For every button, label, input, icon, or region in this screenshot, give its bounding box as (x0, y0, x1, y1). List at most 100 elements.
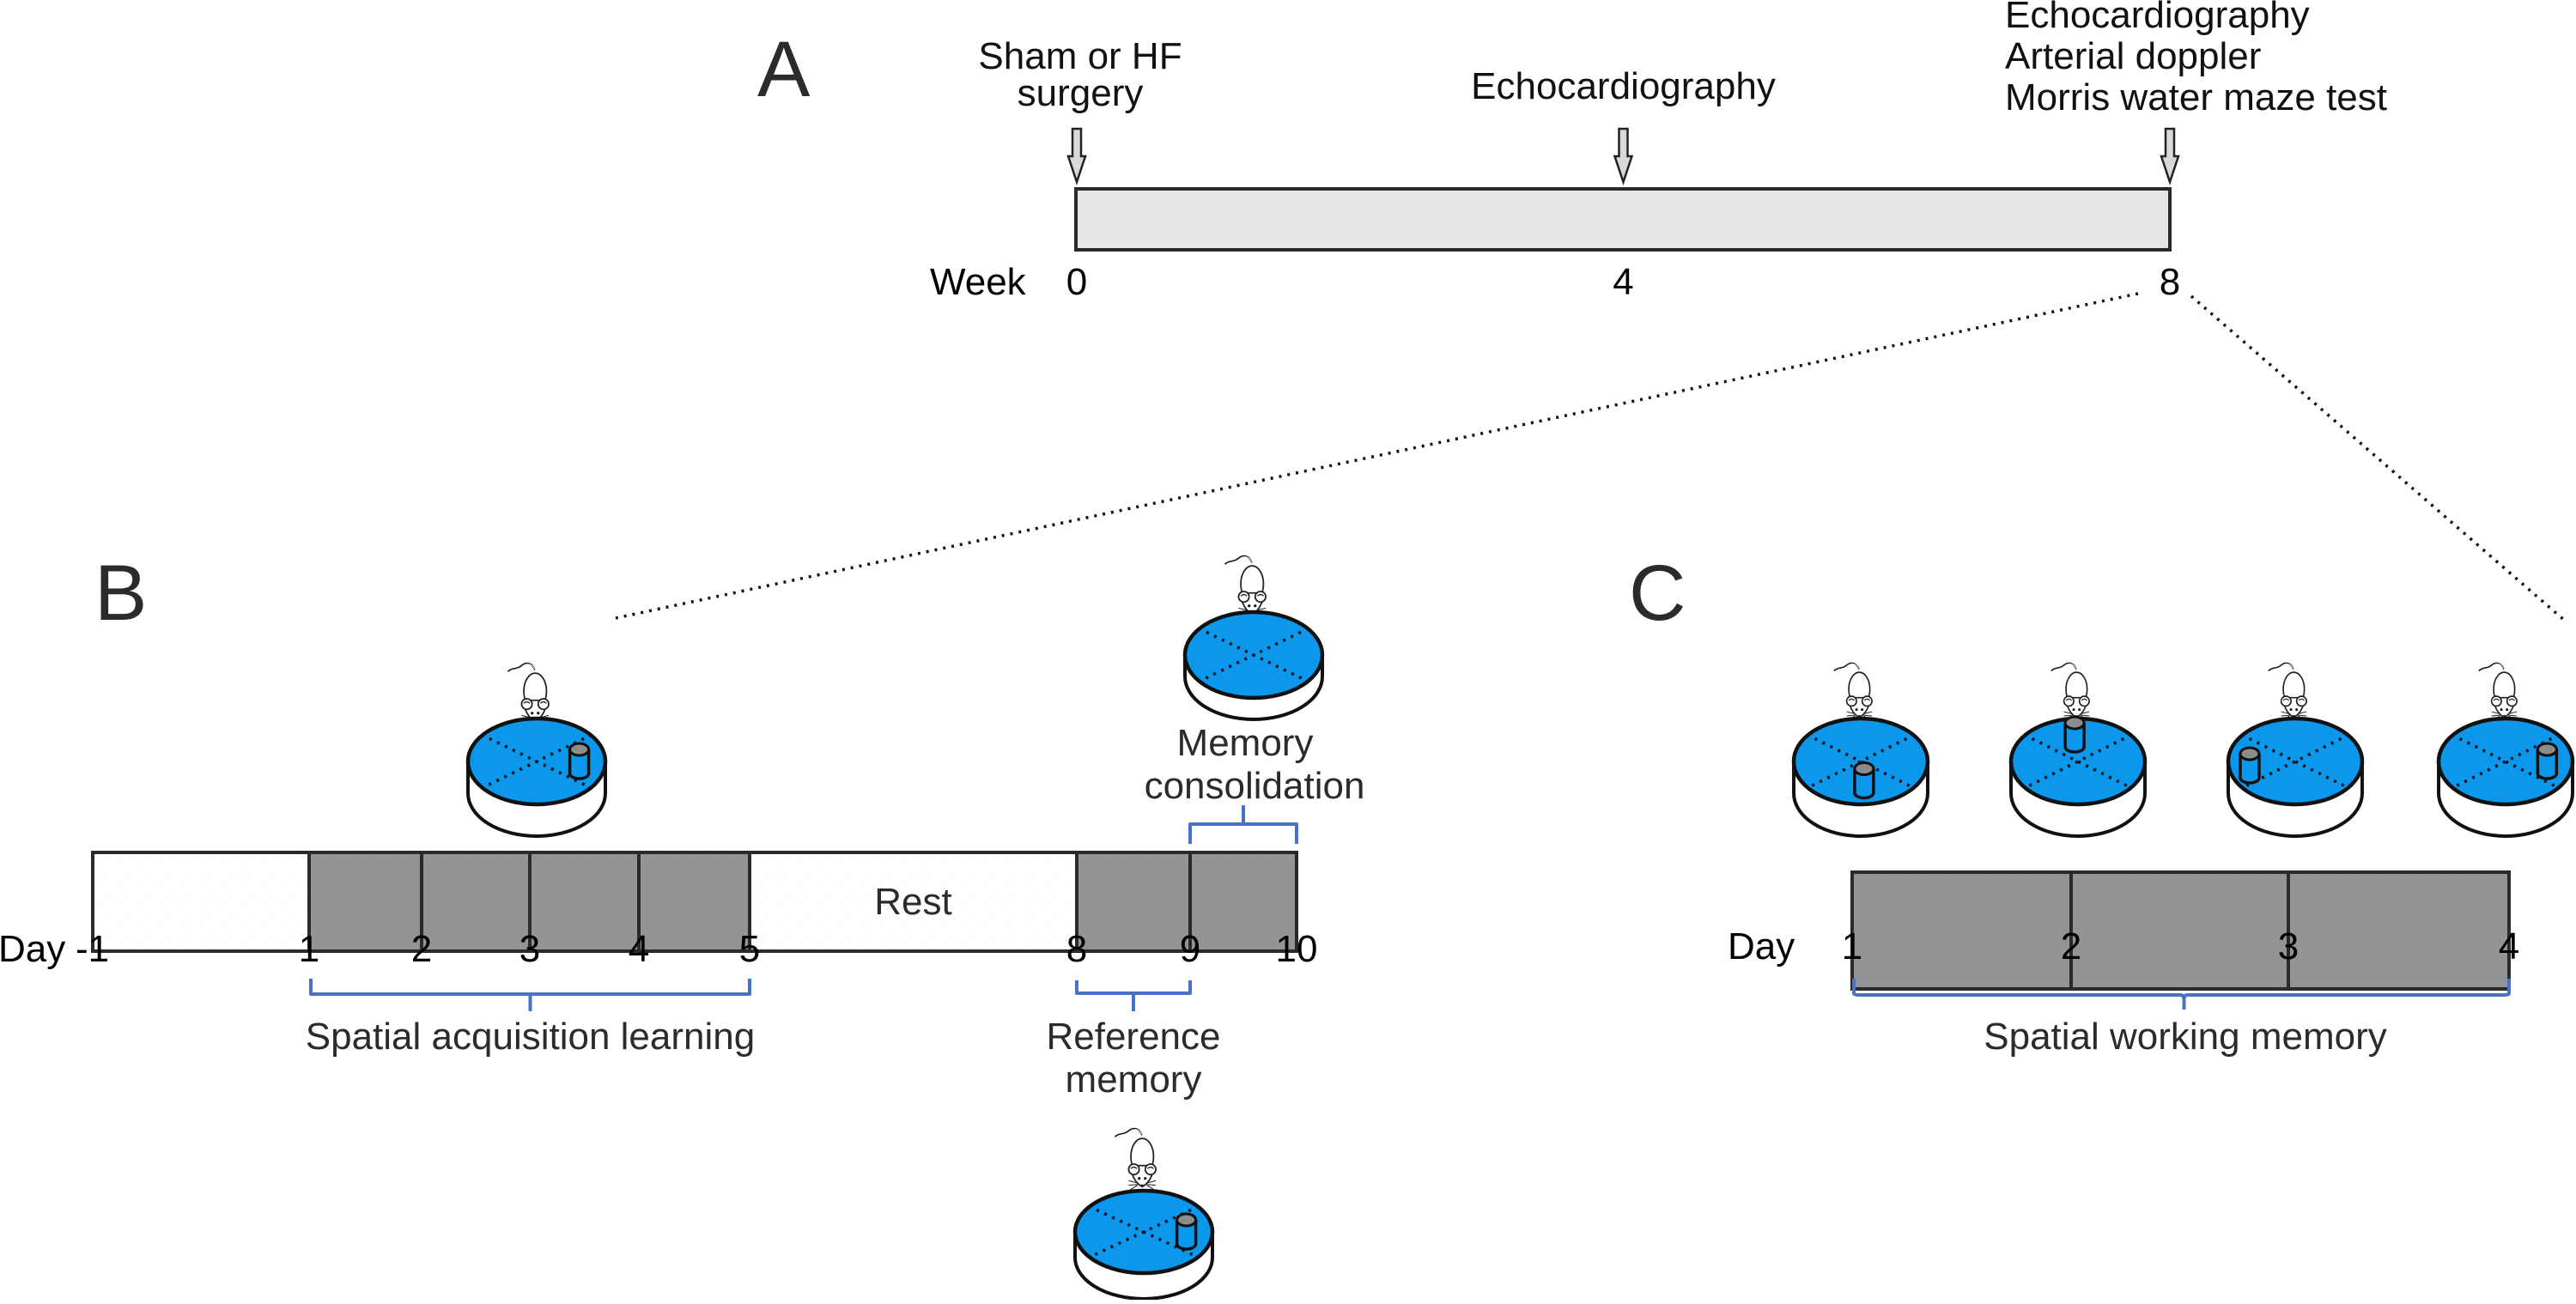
platform-top (2239, 746, 2261, 761)
panel-c: C Day 1 2 3 4 Spatial working memory (1629, 549, 2575, 1058)
day-tick-label: 2 (411, 928, 432, 970)
pool-group-day-2 (2008, 662, 2148, 838)
water-maze-pool-icon (2226, 716, 2365, 838)
mouse-icon (1832, 662, 1874, 721)
day-tick-label: 1 (1842, 925, 1862, 967)
event-label: Sham or HF (978, 35, 1182, 77)
event-label: Arterial doppler (2005, 35, 2261, 77)
event-label: Morris water maze test (2005, 76, 2387, 118)
day-tick-label: 1 (299, 928, 319, 970)
event-marker: EchocardiographyArterial dopplerMorris w… (2005, 0, 2387, 185)
segment-texture (422, 852, 530, 951)
segment-texture (93, 852, 309, 951)
mouse-icon (1114, 1127, 1157, 1191)
mouse-icon (2477, 662, 2518, 721)
hidden-platform-icon (2063, 715, 2086, 754)
event-label: Echocardiography (2005, 0, 2310, 36)
water-maze-pool-icon (465, 716, 608, 838)
day-timeline-bar-c (1850, 870, 2511, 991)
bracket-label: Memory (1177, 722, 1314, 764)
platform-top (2536, 742, 2558, 757)
figure: A Sham or HF surgery Echocardiography Echoc… (0, 0, 2576, 1301)
water-maze-pool-icon (1072, 1188, 1215, 1301)
water-maze-pool-icon (2008, 715, 2148, 838)
figure-canvas: A Sham or HFsurgery EchocardiographyEchoc… (0, 0, 2575, 1301)
panel-a-letter: A (757, 26, 811, 113)
bracket-line (1188, 805, 1298, 844)
pools-c (1791, 662, 2575, 838)
segment-texture (1077, 852, 1190, 951)
zoom-line-left (615, 292, 2139, 620)
day-axis-label-c: Day (1728, 925, 1795, 967)
bracket-label: Spatial acquisition learning (306, 1016, 755, 1058)
day-tick-label: 4 (2499, 925, 2519, 967)
reference-memory-bracket: Referencememory (1046, 980, 1221, 1101)
mouse-icon (507, 662, 550, 725)
platform-top (2063, 715, 2086, 731)
event-marker: Echocardiography (1471, 65, 1776, 185)
bracket-label: consolidation (1145, 765, 1365, 807)
platform-top (568, 742, 591, 757)
day-tick-label: 4 (629, 928, 649, 970)
panel-b: B Rest Day -1 1 2 3 4 5 8 9 10 Spatial acquisiti… (0, 549, 1365, 1301)
pool-group-day-3 (2226, 662, 2365, 838)
platform-top (1176, 1212, 1198, 1228)
hidden-platform-icon (1175, 1212, 1198, 1251)
hidden-platform-icon (2239, 746, 2261, 785)
hidden-platform-icon (2536, 742, 2559, 780)
bracket-line (1075, 980, 1192, 1011)
week-tick-label: 8 (2160, 261, 2180, 303)
bracket-line (309, 979, 751, 1011)
day-tick-label: 9 (1180, 928, 1200, 970)
bracket-label: Reference (1046, 1016, 1220, 1058)
event-marker: Sham or HFsurgery (978, 35, 1182, 185)
day-tick-label: 8 (1066, 928, 1087, 970)
week-ticks: 0 4 8 (1066, 261, 2180, 303)
mouse-icon (2050, 662, 2091, 721)
panel-b-letter: B (94, 549, 147, 637)
spatial-acquisition-learning-bracket: Spatial acquisition learning (306, 979, 755, 1058)
pool-group-acquisition (465, 662, 608, 838)
segment-texture (530, 852, 639, 951)
pool-group-consolidation (1182, 555, 1325, 721)
day-tick-label: 3 (2278, 925, 2299, 967)
water-maze-pool-icon (2436, 716, 2575, 838)
segment-texture (639, 852, 750, 951)
pool-group-reference (1072, 1127, 1215, 1301)
week-timeline-texture (1076, 189, 2170, 250)
hidden-platform-icon (1853, 761, 1875, 800)
panel-a: A Sham or HFsurgery EchocardiographyEchoc… (615, 0, 2567, 622)
segment-texture (2288, 872, 2509, 989)
panel-a-events: Sham or HFsurgery EchocardiographyEchocar… (978, 0, 2387, 185)
rest-label: Rest (874, 881, 951, 923)
down-arrow-icon (1613, 127, 1634, 185)
week-tick-label: 4 (1613, 261, 1633, 303)
day-tick-label: -1 (76, 928, 109, 970)
water-maze-pool-icon (1791, 716, 1930, 838)
down-arrow-icon (2160, 127, 2180, 185)
week-axis-label: Week (930, 261, 1027, 303)
day-tick-label: 2 (2061, 925, 2081, 967)
platform-top (1853, 761, 1875, 776)
pool-group-day-4 (2436, 662, 2575, 838)
bracket-label: Spatial working memory (1984, 1016, 2387, 1058)
down-arrow-icon (1066, 127, 1087, 185)
zoom-line-right (2190, 294, 2567, 622)
segment-texture (1852, 872, 2071, 989)
pool-group-day-1 (1791, 662, 1930, 838)
mouse-icon (1224, 555, 1267, 618)
day-tick-label: 10 (1276, 928, 1318, 970)
day-tick-label: 3 (519, 928, 540, 970)
segment-texture (309, 852, 422, 951)
day-tick-label: 5 (739, 928, 760, 970)
day-timeline-bar-b: Rest (91, 851, 1298, 953)
memory-consolidation-bracket: Memoryconsolidation (1145, 722, 1365, 844)
bracket-label: memory (1066, 1058, 1202, 1101)
hidden-platform-icon (568, 742, 591, 780)
day-axis-label-b: Day (0, 928, 65, 970)
event-label: surgery (1018, 72, 1144, 114)
mouse-icon (2267, 662, 2308, 721)
water-maze-pool-icon (1182, 610, 1325, 721)
segment-texture (2071, 872, 2288, 989)
panel-c-letter: C (1629, 549, 1686, 637)
